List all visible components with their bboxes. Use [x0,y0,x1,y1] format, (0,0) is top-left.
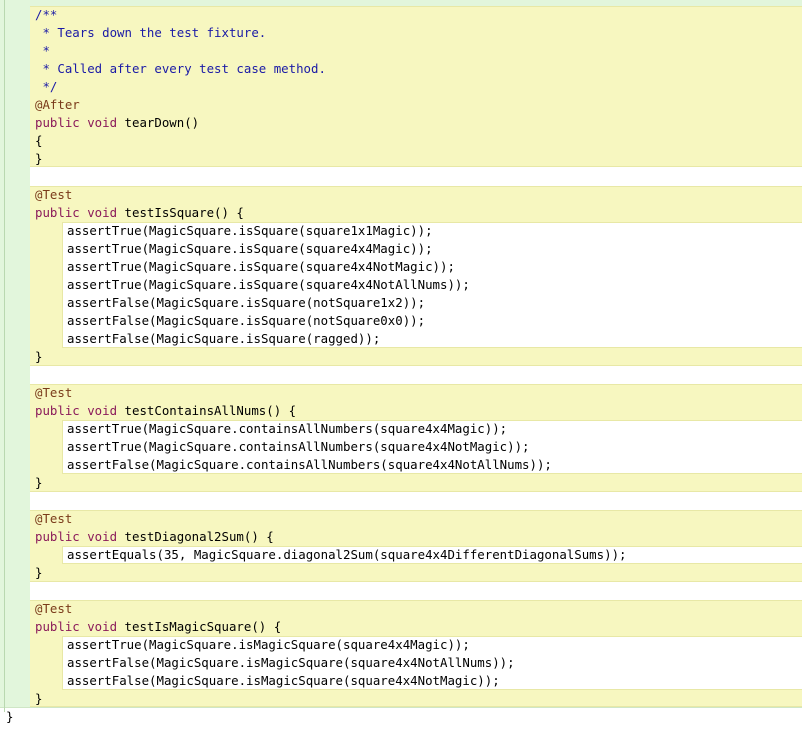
code-token-plain: assertFalse(MagicSquare.isMagicSquare(sq… [67,655,515,670]
code-line[interactable]: assertFalse(MagicSquare.isSquare(notSqua… [67,312,425,330]
code-line[interactable]: @Test [35,600,72,618]
class-scope-border [0,707,802,708]
code-line[interactable]: assertTrue(MagicSquare.isSquare(square4x… [67,240,433,258]
code-line[interactable]: assertTrue(MagicSquare.isSquare(square4x… [67,258,455,276]
code-line[interactable]: } [35,348,42,366]
code-token-plain: tearDown() [117,115,200,130]
code-line[interactable]: assertFalse(MagicSquare.isMagicSquare(sq… [67,672,500,690]
code-line[interactable]: public void testDiagonal2Sum() { [35,528,274,546]
code-token-plain: assertFalse(MagicSquare.isMagicSquare(sq… [67,673,500,688]
code-token-plain: } [35,691,43,706]
code-line[interactable]: public void testContainsAllNums() { [35,402,296,420]
code-token-plain: testIsMagicSquare() { [117,619,282,634]
code-token-anno: @Test [35,385,73,400]
code-token-plain: assertFalse(MagicSquare.isSquare(ragged)… [67,331,381,346]
code-token-plain: assertEquals(35, MagicSquare.diagonal2Su… [67,547,627,562]
code-line[interactable]: public void testIsMagicSquare() { [35,618,281,636]
code-line[interactable]: } [35,474,42,492]
code-token-comment: /** [35,7,58,22]
code-line[interactable]: { [35,132,42,150]
scope-gap [30,582,802,600]
code-line[interactable]: @Test [35,510,72,528]
code-token-plain: assertFalse(MagicSquare.containsAllNumbe… [67,457,552,472]
code-token-plain: assertFalse(MagicSquare.isSquare(notSqua… [67,295,426,310]
code-token-plain: assertTrue(MagicSquare.isSquare(square4x… [67,277,470,292]
scope-gap [30,167,802,186]
code-token-plain: assertTrue(MagicSquare.isSquare(square1x… [67,223,433,238]
code-line[interactable]: * Called after every test case method. [35,60,326,78]
code-line[interactable]: assertFalse(MagicSquare.isSquare(ragged)… [67,330,380,348]
code-token-plain: } [35,349,43,364]
code-token-plain: assertTrue(MagicSquare.isMagicSquare(squ… [67,637,470,652]
code-line[interactable]: } [35,150,42,168]
code-line[interactable]: assertTrue(MagicSquare.isMagicSquare(squ… [67,636,470,654]
code-token-kw: public void [35,403,118,418]
code-line[interactable]: @Test [35,384,72,402]
code-line[interactable]: } [6,708,13,726]
code-token-anno: @Test [35,187,73,202]
code-token-plain: testDiagonal2Sum() { [117,529,274,544]
code-line[interactable]: assertFalse(MagicSquare.isMagicSquare(sq… [67,654,515,672]
code-line[interactable]: */ [35,78,57,96]
code-token-plain: testIsSquare() { [117,205,244,220]
code-line[interactable]: assertTrue(MagicSquare.isSquare(square4x… [67,276,470,294]
code-token-plain: assertTrue(MagicSquare.containsAllNumber… [67,421,508,436]
code-editor[interactable]: /** * Tears down the test fixture. * * C… [0,0,802,732]
code-token-comment: */ [35,79,58,94]
code-line[interactable]: public void tearDown() [35,114,199,132]
scope-gap [30,366,802,384]
code-token-plain: assertFalse(MagicSquare.isSquare(notSqua… [67,313,426,328]
code-line[interactable]: * [35,42,50,60]
code-line[interactable]: assertFalse(MagicSquare.isSquare(notSqua… [67,294,425,312]
code-token-plain: assertTrue(MagicSquare.containsAllNumber… [67,439,530,454]
code-line[interactable]: @After [35,96,80,114]
code-line[interactable]: assertTrue(MagicSquare.isSquare(square1x… [67,222,433,240]
code-line[interactable]: assertFalse(MagicSquare.containsAllNumbe… [67,456,552,474]
code-token-plain: } [35,475,43,490]
code-line[interactable]: /** [35,6,57,24]
code-line[interactable]: public void testIsSquare() { [35,204,244,222]
code-token-comment: * Called after every test case method. [35,61,326,76]
code-token-plain: } [6,709,14,724]
code-token-kw: public void [35,619,118,634]
code-token-plain: testContainsAllNums() { [117,403,297,418]
code-line[interactable]: } [35,564,42,582]
code-token-anno: @Test [35,511,73,526]
code-token-kw: public void [35,115,118,130]
code-token-kw: public void [35,529,118,544]
code-token-plain: assertTrue(MagicSquare.isSquare(square4x… [67,259,455,274]
code-token-comment: * Tears down the test fixture. [35,25,267,40]
code-line[interactable]: assertEquals(35, MagicSquare.diagonal2Su… [67,546,627,564]
code-line[interactable]: assertTrue(MagicSquare.containsAllNumber… [67,438,530,456]
scope-gutter-line [4,0,5,712]
code-line[interactable]: } [35,690,42,708]
code-token-plain: } [35,565,43,580]
code-token-comment: * [35,43,50,58]
code-line[interactable]: * Tears down the test fixture. [35,24,266,42]
code-token-anno: @After [35,97,80,112]
code-token-anno: @Test [35,601,73,616]
code-token-kw: public void [35,205,118,220]
scope-gap [30,492,802,510]
code-token-plain: assertTrue(MagicSquare.isSquare(square4x… [67,241,433,256]
code-token-plain: } [35,151,43,166]
code-token-plain: { [35,133,43,148]
code-line[interactable]: assertTrue(MagicSquare.containsAllNumber… [67,420,507,438]
code-line[interactable]: @Test [35,186,72,204]
